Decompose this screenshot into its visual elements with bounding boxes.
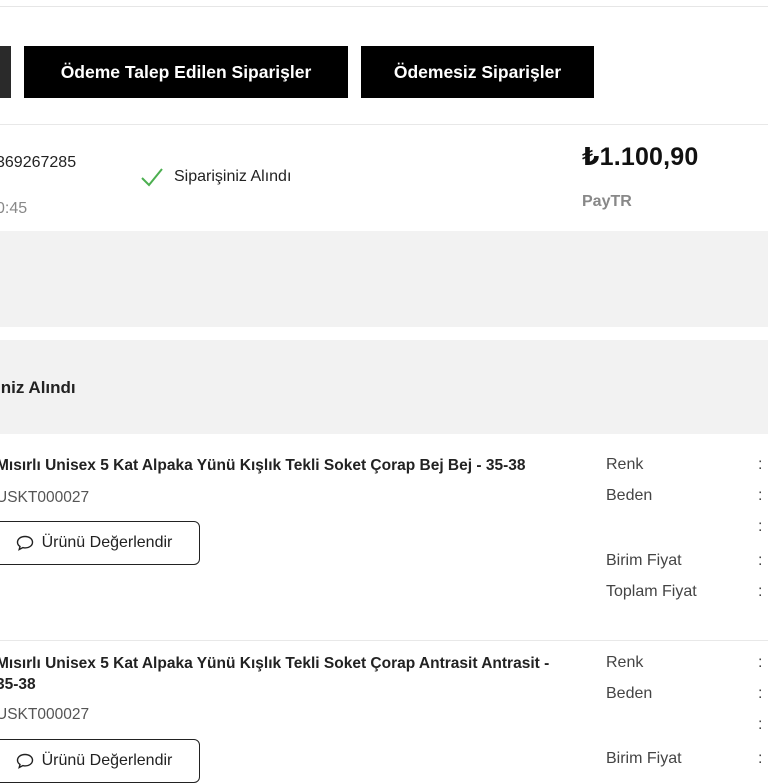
- attr-label-size: Beden: [606, 487, 653, 504]
- order-total: ₺1.100,90: [582, 143, 699, 171]
- shipment-status-text: iniz Alındı: [0, 378, 76, 397]
- chat-bubble-icon: [16, 753, 33, 769]
- review-product-button[interactable]: Ürünü Değerlendir: [0, 521, 200, 565]
- tab-payment-requested-orders[interactable]: Ödeme Talep Edilen Siparişler: [24, 46, 348, 98]
- attr-separator: :: [758, 552, 763, 569]
- payment-method: PayTR: [582, 193, 632, 210]
- tab-label: Ödemesiz Siparişler: [393, 61, 562, 82]
- order-time: 0:45: [0, 200, 28, 217]
- tab-label: Ödeme Talep Edilen Siparişler: [60, 61, 312, 82]
- attr-label-unit-price: Birim Fiyat: [606, 552, 682, 569]
- attr-separator: :: [758, 456, 763, 473]
- attr-separator: :: [758, 685, 763, 702]
- header-bottom-border: [0, 6, 768, 7]
- tab-unpaid-orders[interactable]: Ödemesiz Siparişler: [361, 46, 594, 98]
- review-button-label: Ürünü Değerlendir: [41, 534, 173, 551]
- order-number: 369267285: [0, 154, 77, 171]
- attr-separator: :: [758, 750, 763, 767]
- review-button-label: Ürünü Değerlendir: [41, 752, 173, 769]
- attr-separator: :: [758, 583, 763, 600]
- attr-separator: :: [758, 518, 763, 535]
- attr-label-color: Renk: [606, 456, 644, 473]
- order-item: Mısırlı Unisex 5 Kat Alpaka Yünü Kışlık …: [0, 641, 768, 783]
- shipment-status-header: iniz Alındı: [0, 340, 768, 434]
- order-detail-spacer: [0, 231, 768, 327]
- attr-label-color: Renk: [606, 654, 644, 671]
- check-icon: [141, 168, 163, 187]
- attr-separator: :: [758, 654, 763, 671]
- attr-label-size: Beden: [606, 685, 653, 702]
- order-status: Siparişiniz Alındı: [140, 167, 291, 187]
- attr-label-total-price: Toplam Fiyat: [606, 583, 697, 600]
- item-sku: USKT000027: [0, 489, 90, 506]
- order-summary: 369267285 0:45 Siparişiniz Alındı ₺1.100…: [0, 125, 768, 230]
- order-item: Mısırlı Unisex 5 Kat Alpaka Yünü Kışlık …: [0, 435, 768, 640]
- order-status-text: Siparişiniz Alındı: [174, 168, 292, 185]
- attr-separator: :: [758, 487, 763, 504]
- item-title[interactable]: Mısırlı Unisex 5 Kat Alpaka Yünü Kışlık …: [0, 653, 556, 695]
- attr-label-unit-price: Birim Fiyat: [606, 750, 682, 767]
- order-filter-tabs: Ödeme Talep Edilen Siparişler Ödemesiz S…: [0, 46, 768, 98]
- review-product-button[interactable]: Ürünü Değerlendir: [0, 739, 200, 783]
- tab-previous-partial[interactable]: [0, 46, 11, 98]
- item-title[interactable]: Mısırlı Unisex 5 Kat Alpaka Yünü Kışlık …: [0, 455, 608, 476]
- attr-separator: :: [758, 716, 763, 733]
- item-sku: USKT000027: [0, 706, 90, 723]
- chat-bubble-icon: [16, 535, 33, 551]
